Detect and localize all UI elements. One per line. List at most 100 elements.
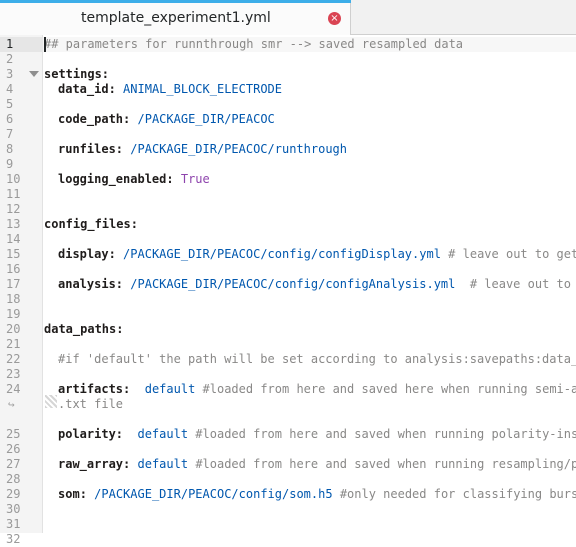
code-line[interactable]: #if 'default' the path will be set accor… <box>58 352 576 367</box>
line-number: 17 <box>6 277 21 291</box>
code-line[interactable]: runfiles: /PACKAGE_DIR/PEACOC/runthrough <box>58 142 347 157</box>
close-tab-icon[interactable]: × <box>328 12 341 25</box>
line-number: 20 <box>6 322 21 336</box>
colon: : <box>130 217 138 231</box>
colon: : <box>166 172 174 186</box>
code-line[interactable]: raw_array: default #loaded from here and… <box>58 457 576 472</box>
comment: #loaded from here and saved when running… <box>195 427 576 441</box>
code-line[interactable]: som: /PACKAGE_DIR/PEACOC/config/som.h5 #… <box>58 487 576 502</box>
line-number: 24 <box>6 382 21 396</box>
code-line[interactable]: data_paths: <box>44 322 123 337</box>
code-editor[interactable]: 1 2 3 4 5 6 7 8 9 10 11 12 13 14 15 16 1… <box>0 35 576 546</box>
comment: ## parameters for runnthrough smr --> sa… <box>44 37 464 51</box>
line-number: 26 <box>6 442 21 456</box>
yaml-key: data_paths <box>44 322 117 336</box>
line-number: 8 <box>6 142 14 156</box>
colon: : <box>123 382 131 396</box>
colon: : <box>108 247 116 261</box>
line-number: 2 <box>6 52 14 66</box>
code-line[interactable]: config_files: <box>44 217 138 232</box>
line-number: 29 <box>6 487 21 501</box>
colon: : <box>115 427 124 441</box>
line-number: 15 <box>6 247 21 261</box>
code-line[interactable]: artifacts: default #loaded from here and… <box>58 382 576 397</box>
line-number: 23 <box>6 367 21 381</box>
yaml-key: logging_enabled <box>58 172 167 186</box>
comment: # leave out to get <box>448 247 576 261</box>
yaml-key: polarity <box>58 427 116 441</box>
line-number: 6 <box>6 112 14 126</box>
line-number: 19 <box>6 307 21 321</box>
yaml-value: default <box>137 427 189 441</box>
yaml-key: code_path <box>58 112 124 126</box>
line-number-gutter: 1 2 3 4 5 6 7 8 9 10 11 12 13 14 15 16 1… <box>0 35 43 546</box>
tab-template-experiment1[interactable]: template_experiment1.yml × <box>0 0 351 35</box>
colon: : <box>116 322 124 336</box>
tab-title: template_experiment1.yml <box>81 10 271 26</box>
yaml-value: /PACKAGE_DIR/PEACOC/config/configAnalysi… <box>130 277 456 291</box>
line-number: 18 <box>6 292 21 306</box>
code-line[interactable]: analysis: /PACKAGE_DIR/PEACOC/config/con… <box>58 277 576 292</box>
yaml-key: settings <box>44 67 102 81</box>
comment: #loaded from here and saved here when ru… <box>202 382 576 396</box>
line-number: 13 <box>6 217 21 231</box>
yaml-value: /PACKAGE_DIR/PEACOC <box>137 112 275 126</box>
line-number: 11 <box>6 187 21 201</box>
colon: : <box>101 67 110 81</box>
comment: # leave out to g <box>469 277 576 291</box>
line-number: 10 <box>6 172 21 186</box>
line-number: 31 <box>6 517 21 531</box>
comment: #only needed for classifying burs <box>339 487 576 501</box>
comment: #loaded from here and saved when running… <box>195 457 576 471</box>
line-number: 25 <box>6 427 21 441</box>
line-number: 21 <box>6 337 21 351</box>
line-number: 32 <box>6 532 21 546</box>
line-number: 7 <box>6 127 14 141</box>
yaml-value: /PACKAGE_DIR/PEACOC/config/configDisplay… <box>123 247 441 261</box>
line-number: 28 <box>6 472 21 486</box>
line-number: 27 <box>6 457 21 471</box>
yaml-value: /PACKAGE_DIR/PEACOC/runthrough <box>130 142 348 156</box>
code-line-wrapped[interactable]: .txt file <box>58 397 123 412</box>
yaml-value: default <box>137 457 189 471</box>
colon: : <box>123 112 131 126</box>
yaml-value: /PACKAGE_DIR/PEACOC/config/som.h5 <box>94 487 333 501</box>
code-line[interactable]: logging_enabled: True <box>58 172 210 187</box>
line-number: 22 <box>6 352 21 366</box>
yaml-key: display <box>58 247 109 261</box>
line-number: 4 <box>6 82 14 96</box>
yaml-key: raw_array <box>58 457 124 471</box>
text-cursor <box>44 37 46 52</box>
triangle-down-icon[interactable] <box>29 71 39 77</box>
colon: : <box>115 277 124 291</box>
line-number: 30 <box>6 502 21 516</box>
yaml-key: data_id <box>58 82 109 96</box>
yaml-key: analysis <box>58 277 116 291</box>
line-number: 5 <box>6 97 14 111</box>
comment: .txt file <box>58 397 124 411</box>
wrap-indent-marker <box>45 395 57 408</box>
code-line[interactable]: ## parameters for runnthrough smr --> sa… <box>44 37 463 52</box>
yaml-key: som <box>58 487 80 501</box>
yaml-value: default <box>144 382 196 396</box>
comment: #if 'default' the path will be set accor… <box>58 352 576 366</box>
code-line[interactable]: polarity: default #loaded from here and … <box>58 427 576 442</box>
line-number: 16 <box>6 262 21 276</box>
yaml-key: config_files <box>44 217 131 231</box>
code-line[interactable]: data_id: ANIMAL_BLOCK_ELECTRODE <box>58 82 282 97</box>
colon: : <box>108 82 116 96</box>
yaml-key: runfiles <box>58 142 116 156</box>
active-tab-indicator <box>0 0 351 3</box>
colon: : <box>79 487 87 501</box>
colon: : <box>123 457 131 471</box>
line-number: 1 <box>6 37 14 51</box>
yaml-key: artifacts <box>58 382 124 396</box>
line-number: 12 <box>6 202 21 216</box>
code-line[interactable]: settings: <box>44 67 109 82</box>
line-number: 14 <box>6 232 21 246</box>
code-line[interactable]: display: /PACKAGE_DIR/PEACOC/config/conf… <box>58 247 576 262</box>
wrap-arrow-icon: ↪ <box>8 398 15 411</box>
code-line[interactable]: code_path: /PACKAGE_DIR/PEACOC <box>58 112 275 127</box>
yaml-boolean: True <box>180 172 210 186</box>
line-number: 9 <box>6 157 14 171</box>
